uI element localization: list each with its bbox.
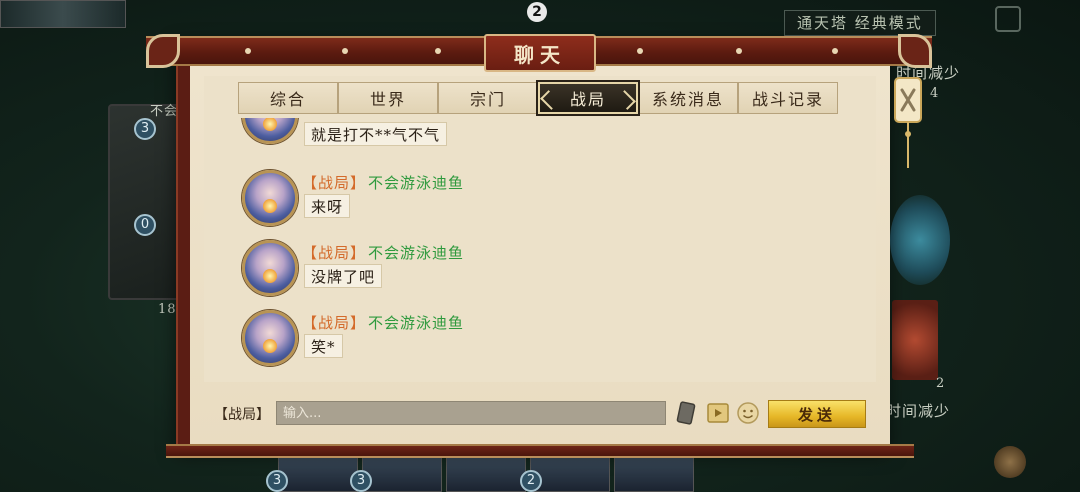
hand-card-cost: 3	[266, 470, 288, 492]
hand-card[interactable]	[530, 456, 610, 492]
hand-card-cost: 3	[350, 470, 372, 492]
tab-battle-log[interactable]: 战斗记录	[738, 82, 838, 114]
avatar[interactable]	[242, 310, 298, 366]
dialog-title-plaque: 聊天	[484, 34, 596, 72]
message-text: 没牌了吧	[304, 264, 383, 288]
list-item: 【战局】 不会游泳迪鱼 没牌了吧	[238, 240, 858, 302]
menu-icon[interactable]	[995, 6, 1021, 32]
hand-card[interactable]	[278, 456, 358, 492]
opponent-deck-card	[0, 0, 126, 28]
player-name-label: 不会	[150, 104, 179, 119]
avatar[interactable]	[242, 170, 298, 226]
dialog-title: 聊天	[514, 42, 566, 67]
close-button[interactable]	[892, 76, 924, 172]
avatar[interactable]	[242, 240, 298, 296]
message-header: 【战局】 不会游泳迪鱼	[302, 172, 464, 193]
game-board-background: 2 通天塔 经典模式 不会 3 0 18 时间减少 4 2 时间减少 3 3 2	[0, 0, 1080, 492]
input-channel-label: 【战局】	[214, 407, 270, 423]
list-item: 就是打不**气不气	[238, 118, 858, 150]
player-deck-count: 18	[158, 302, 177, 317]
tab-system-messages[interactable]: 系统消息	[638, 82, 738, 114]
message-channel: 【战局】	[302, 314, 367, 332]
message-text: 笑*	[304, 334, 343, 358]
player-energy-badge: 3	[134, 118, 156, 140]
message-text: 就是打不**气不气	[304, 122, 448, 146]
player-shield-badge: 0	[134, 214, 156, 236]
avatar[interactable]	[242, 118, 298, 144]
frame-dot	[637, 48, 643, 54]
chat-input-bar: 【战局】 发送	[208, 398, 872, 430]
hand-card[interactable]	[614, 456, 694, 492]
tab-general[interactable]: 综合	[238, 82, 338, 114]
message-username[interactable]: 不会游泳迪鱼	[368, 314, 464, 332]
message-channel: 【战局】	[302, 174, 367, 192]
frame-dot	[342, 48, 348, 54]
frame-dot	[736, 48, 742, 54]
message-header: 【战局】 不会游泳迪鱼	[302, 312, 464, 333]
message-text: 来呀	[304, 194, 351, 218]
frame-dot	[245, 48, 251, 54]
tab-world[interactable]: 世界	[338, 82, 438, 114]
enemy-skill-card[interactable]	[892, 300, 938, 380]
message-list: 就是打不**气不气 【战局】 不会游泳迪鱼 来呀 【战局】 不会游泳迪鱼 没牌了吧 …	[238, 118, 858, 380]
chat-input[interactable]	[276, 401, 666, 425]
frame-dot	[832, 48, 838, 54]
message-username[interactable]: 不会游泳迪鱼	[368, 174, 464, 192]
tab-sect[interactable]: 宗门	[438, 82, 538, 114]
tab-battle[interactable]: 战局	[538, 82, 638, 114]
hand-card[interactable]	[362, 456, 442, 492]
list-item: 【战局】 不会游泳迪鱼 来呀	[238, 170, 858, 232]
settings-icon[interactable]	[994, 446, 1026, 478]
hand-card-cost: 2	[520, 470, 542, 492]
list-item: 【战局】 不会游泳迪鱼 笑*	[238, 310, 858, 372]
time-reduce-label-bottom: 时间减少	[886, 402, 951, 420]
chat-channel-tabs: 综合 世界 宗门 战局 系统消息 战斗记录	[238, 82, 838, 114]
time-reduce-count-bottom: 2	[936, 376, 946, 391]
send-button[interactable]: 发送	[768, 400, 866, 428]
message-channel: 【战局】	[302, 244, 367, 262]
frame-corner-ornament	[146, 34, 180, 68]
message-header: 【战局】 不会游泳迪鱼	[302, 242, 464, 263]
game-mode-label: 通天塔 经典模式	[784, 10, 936, 36]
emoji-icon[interactable]	[736, 401, 760, 425]
message-username[interactable]: 不会游泳迪鱼	[368, 244, 464, 262]
opponent-deck-count: 2	[527, 2, 547, 22]
frame-dot	[435, 48, 441, 54]
hand-card[interactable]	[446, 456, 526, 492]
video-icon[interactable]	[706, 401, 730, 425]
time-reduce-count-top: 4	[930, 86, 940, 101]
card-icon[interactable]	[674, 401, 698, 425]
frame-corner-ornament	[898, 34, 932, 68]
turn-orb[interactable]	[890, 195, 950, 285]
dialog-bottom-frame	[166, 444, 914, 458]
